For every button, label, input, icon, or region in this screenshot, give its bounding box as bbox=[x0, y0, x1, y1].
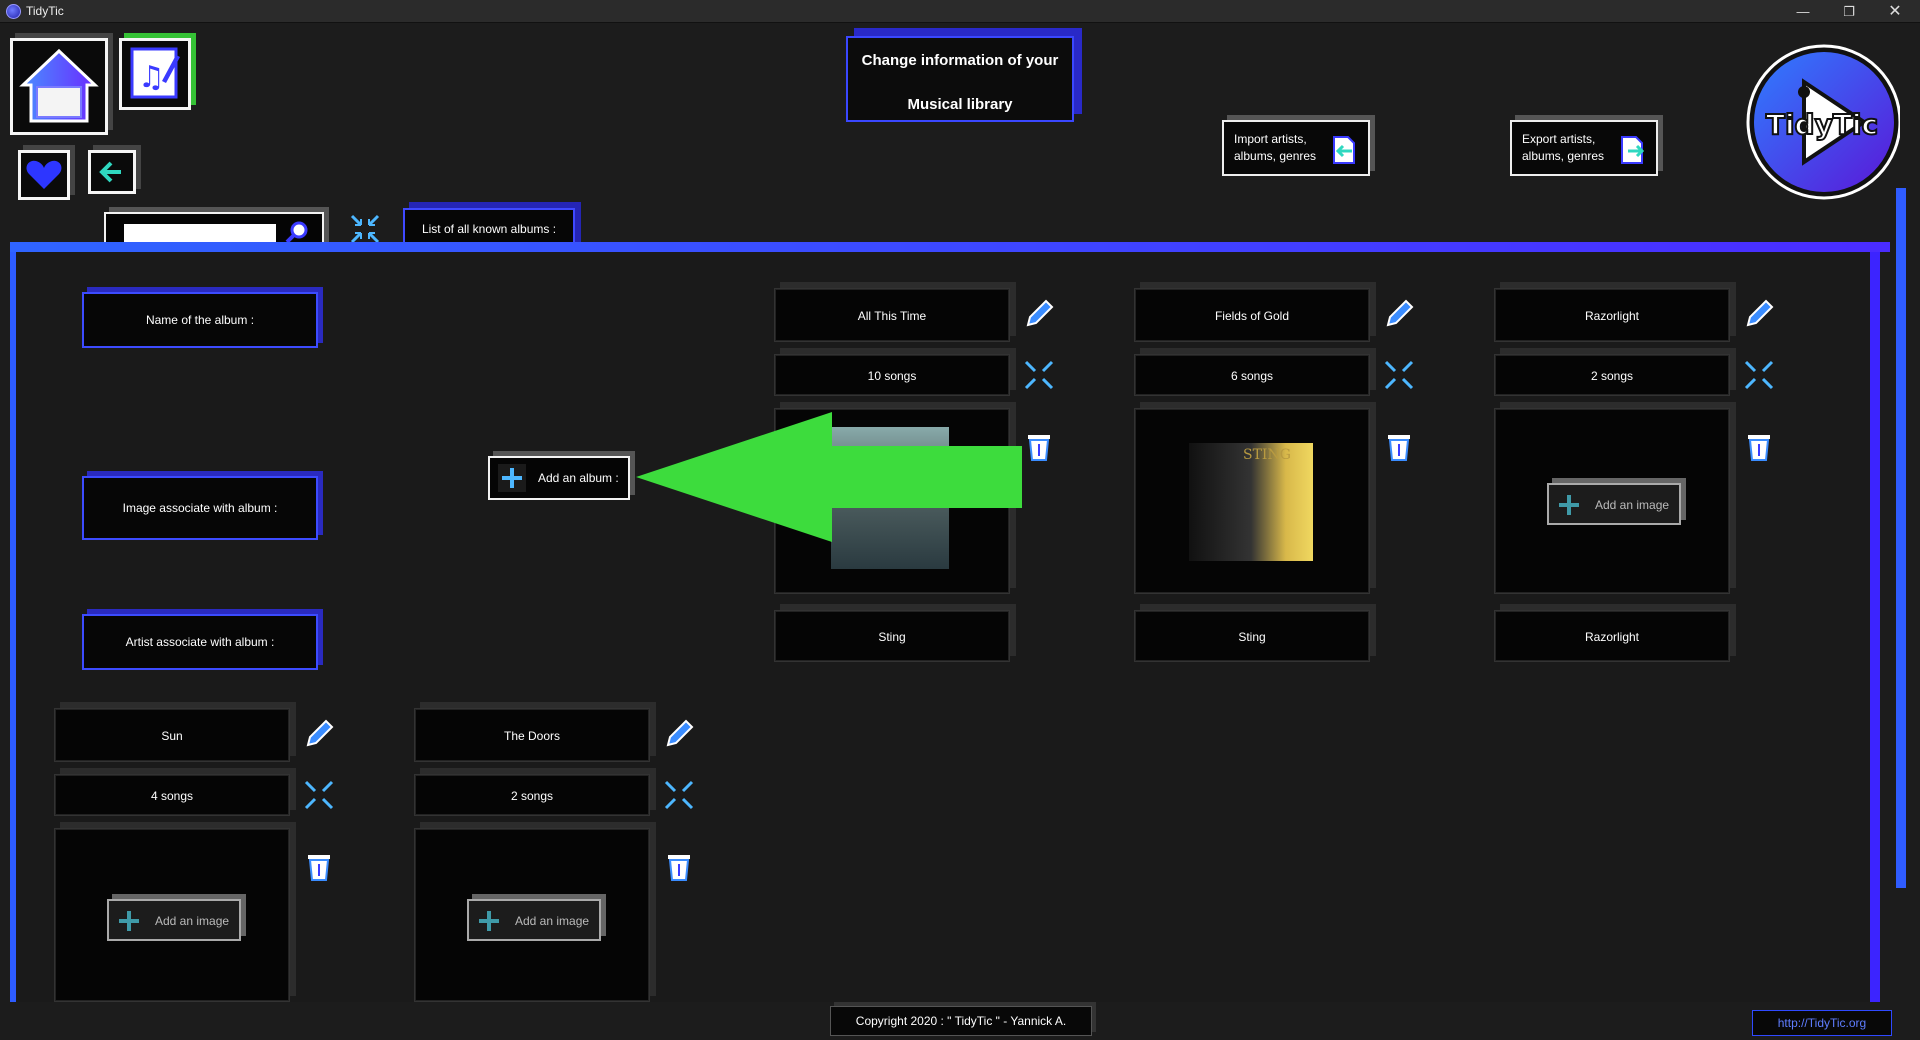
export-label: Export artists, albums, genres bbox=[1522, 132, 1605, 163]
album-cover: STING bbox=[1189, 443, 1313, 561]
album-song-count: 10 songs bbox=[774, 354, 1010, 396]
tidytic-logo: TidyTic bbox=[1744, 42, 1902, 202]
music-edit-icon: ♫ bbox=[130, 47, 180, 99]
expand-arrows-icon[interactable] bbox=[662, 778, 696, 812]
expand-arrows-icon[interactable] bbox=[1382, 358, 1416, 392]
pencil-icon[interactable] bbox=[1022, 297, 1056, 331]
add-image-label: Add an image bbox=[515, 914, 590, 928]
minimize-button[interactable]: — bbox=[1780, 0, 1826, 23]
plus-icon bbox=[119, 911, 139, 931]
header-line-1: Change information of your bbox=[861, 52, 1059, 69]
trash-icon[interactable] bbox=[662, 850, 696, 884]
album-song-count: 6 songs bbox=[1134, 354, 1370, 396]
expand-arrows-icon[interactable] bbox=[1022, 358, 1056, 392]
app-icon bbox=[6, 4, 21, 19]
website-link[interactable]: http://TidyTic.org bbox=[1752, 1010, 1892, 1036]
export-icon bbox=[1621, 136, 1645, 164]
add-image-button[interactable]: Add an image bbox=[107, 899, 241, 941]
album-image-area: Add an image bbox=[414, 828, 650, 1002]
pencil-icon[interactable] bbox=[662, 717, 696, 751]
close-button[interactable]: ✕ bbox=[1872, 0, 1918, 23]
album-title: The Doors bbox=[414, 708, 650, 762]
back-button[interactable] bbox=[88, 150, 136, 194]
trash-icon[interactable] bbox=[1382, 430, 1416, 464]
panel-top-border bbox=[10, 242, 1890, 252]
pencil-icon[interactable] bbox=[1742, 297, 1776, 331]
copyright-text: Copyright 2020 : " TidyTic " - Yannick A… bbox=[830, 1006, 1092, 1036]
album-name-label: Name of the album : bbox=[82, 292, 318, 348]
favorites-button[interactable] bbox=[18, 150, 70, 200]
album-image-label: Image associate with album : bbox=[82, 476, 318, 540]
album-song-count: 2 songs bbox=[1494, 354, 1730, 396]
expand-arrows-icon[interactable] bbox=[302, 778, 336, 812]
album-artist-label: Artist associate with album : bbox=[82, 614, 318, 670]
maximize-button[interactable]: ❐ bbox=[1826, 0, 1872, 23]
import-label: Import artists, albums, genres bbox=[1234, 132, 1317, 163]
album-title: Razorlight bbox=[1494, 288, 1730, 342]
title-bar bbox=[0, 0, 1920, 23]
trash-icon[interactable] bbox=[1022, 430, 1056, 464]
pencil-icon[interactable] bbox=[302, 717, 336, 751]
album-image-area: STING bbox=[1134, 408, 1370, 594]
expand-arrows-icon[interactable] bbox=[1742, 358, 1776, 392]
add-image-label: Add an image bbox=[1595, 498, 1670, 512]
heart-icon bbox=[26, 160, 62, 189]
album-song-count: 4 songs bbox=[54, 774, 290, 816]
plus-icon bbox=[1559, 495, 1579, 515]
plus-icon bbox=[479, 911, 499, 931]
album-song-count: 2 songs bbox=[414, 774, 650, 816]
plus-icon bbox=[498, 464, 526, 492]
album-title: All This Time bbox=[774, 288, 1010, 342]
trash-icon[interactable] bbox=[1742, 430, 1776, 464]
add-image-button[interactable]: Add an image bbox=[1547, 483, 1681, 525]
scrollbar[interactable] bbox=[1896, 188, 1906, 888]
album-image-area: Add an image bbox=[54, 828, 290, 1002]
import-button[interactable]: Import artists, albums, genres bbox=[1222, 120, 1370, 176]
album-image-area: Add an image bbox=[1494, 408, 1730, 594]
pencil-icon[interactable] bbox=[1382, 297, 1416, 331]
album-title: Sun bbox=[54, 708, 290, 762]
add-image-button[interactable]: Add an image bbox=[467, 899, 601, 941]
home-icon bbox=[19, 48, 99, 123]
add-album-label: Add an album : bbox=[538, 471, 619, 485]
album-title: Fields of Gold bbox=[1134, 288, 1370, 342]
home-button[interactable] bbox=[10, 38, 108, 135]
green-arrow-annotation bbox=[636, 412, 1022, 542]
album-artist: Razorlight bbox=[1494, 610, 1730, 662]
add-image-label: Add an image bbox=[155, 914, 230, 928]
album-artist: Sting bbox=[774, 610, 1010, 662]
page-header: Change information of your Musical libra… bbox=[846, 36, 1074, 122]
search-input[interactable] bbox=[124, 224, 276, 242]
add-album-button[interactable]: Add an album : bbox=[488, 456, 630, 500]
collapse-arrows-icon[interactable] bbox=[348, 212, 382, 246]
music-edit-button[interactable]: ♫ bbox=[119, 38, 191, 110]
export-button[interactable]: Export artists, albums, genres bbox=[1510, 120, 1658, 176]
trash-icon[interactable] bbox=[302, 850, 336, 884]
album-artist: Sting bbox=[1134, 610, 1370, 662]
arrow-left-icon bbox=[99, 161, 121, 183]
svg-text:♫: ♫ bbox=[138, 60, 165, 95]
svg-text:TidyTic: TidyTic bbox=[1766, 108, 1878, 141]
header-line-2: Musical library bbox=[907, 96, 1013, 113]
import-icon bbox=[1333, 136, 1355, 164]
window-title: TidyTic bbox=[26, 4, 64, 18]
